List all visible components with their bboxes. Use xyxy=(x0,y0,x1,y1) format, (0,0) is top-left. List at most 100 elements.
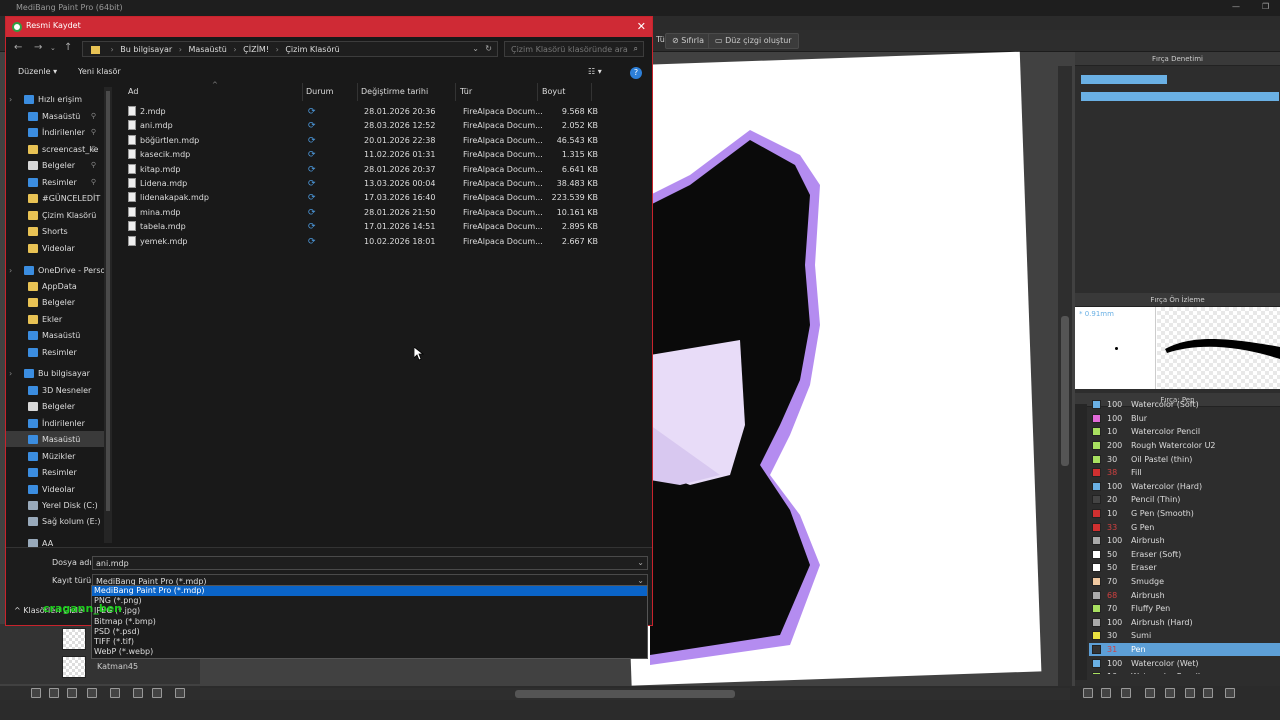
forward-arrow-icon[interactable]: → xyxy=(34,42,42,53)
copy-brush-icon[interactable] xyxy=(1165,688,1175,698)
canvas-vertical-scrollbar[interactable] xyxy=(1058,66,1072,686)
column-divider[interactable] xyxy=(357,83,358,101)
brush-item[interactable]: 30 Sumi xyxy=(1089,629,1280,643)
brush-item[interactable]: 100 Blur xyxy=(1089,412,1280,426)
nav-item[interactable]: › Hızlı erişim xyxy=(6,91,104,107)
trash-icon[interactable] xyxy=(1225,688,1235,698)
file-row[interactable]: lidenakapak.mdp 17.03.2026 16:40 FireAlpac… xyxy=(128,191,608,205)
filetype-option[interactable]: PNG (*.png) xyxy=(92,596,647,606)
breadcrumb-item[interactable]: ÇİZİM! xyxy=(243,45,269,54)
add-layer-menu-icon[interactable] xyxy=(87,688,97,698)
column-divider[interactable] xyxy=(591,83,592,101)
add-brush-icon[interactable] xyxy=(1083,688,1093,698)
restore-icon[interactable]: ❐ xyxy=(1262,2,1269,11)
nav-item[interactable]: Masaüstü xyxy=(6,327,104,343)
brush-menu-icon[interactable] xyxy=(1121,688,1131,698)
filetype-option[interactable]: PSD (*.psd) xyxy=(92,627,647,637)
filetype-option[interactable]: TIFF (*.tif) xyxy=(92,637,647,647)
brush-list-scrollbar[interactable] xyxy=(1075,404,1087,680)
chevron-down-icon[interactable]: ⌄ xyxy=(637,558,644,567)
reset-button[interactable]: ⊘ Sıfırla xyxy=(665,33,712,49)
nav-pane-scrollbar[interactable] xyxy=(104,87,112,543)
column-divider[interactable] xyxy=(302,83,303,101)
nav-item[interactable]: Resimler xyxy=(6,464,104,480)
nav-item[interactable]: Masaüstü ⚲ xyxy=(6,108,104,124)
trash-icon[interactable] xyxy=(175,688,185,698)
column-header-modified[interactable]: Değiştirme tarihi xyxy=(361,87,428,96)
nav-item[interactable]: › Bu bilgisayar xyxy=(6,365,104,381)
filetype-option[interactable]: WebP (*.webp) xyxy=(92,647,647,657)
nav-item[interactable]: screencast_ke ⚲ xyxy=(6,141,104,157)
layer-thumbnail[interactable] xyxy=(62,628,86,650)
duplicate-layer-icon[interactable] xyxy=(133,688,143,698)
brush-item[interactable]: 70 Fluffy Pen xyxy=(1089,602,1280,616)
new-folder-button[interactable]: Yeni klasör xyxy=(78,67,121,76)
nav-item[interactable]: Müzikler xyxy=(6,448,104,464)
scroll-thumb[interactable] xyxy=(106,91,110,511)
new-layer-1bit-icon[interactable] xyxy=(67,688,77,698)
pin-icon[interactable]: ⚲ xyxy=(91,128,96,136)
nav-item[interactable]: Resimler xyxy=(6,344,104,360)
nav-item[interactable]: Videolar xyxy=(6,481,104,497)
nav-item[interactable]: Resimler ⚲ xyxy=(6,174,104,190)
file-row[interactable]: 2.mdp 28.01.2026 20:36 FireAlpaca Docum...… xyxy=(128,105,608,119)
breadcrumb-item[interactable]: Çizim Klasörü xyxy=(285,45,339,54)
nav-item[interactable]: › OneDrive - Persor xyxy=(6,262,104,278)
nav-item[interactable]: Masaüstü xyxy=(6,431,104,447)
pin-icon[interactable]: ⚲ xyxy=(91,161,96,169)
brush-item[interactable]: 31 Pen xyxy=(1089,642,1280,657)
column-divider[interactable] xyxy=(537,83,538,101)
straight-line-button[interactable]: ▭ Düz çizgi oluştur xyxy=(708,33,799,49)
file-row[interactable]: yemek.mdp 10.02.2026 18:01 FireAlpaca Docu… xyxy=(128,235,608,249)
minimize-icon[interactable]: — xyxy=(1232,2,1240,11)
nav-item[interactable]: Belgeler ⚲ xyxy=(6,157,104,173)
column-header-size[interactable]: Boyut xyxy=(542,87,565,96)
brush-settings-icon[interactable] xyxy=(1101,688,1111,698)
nav-item[interactable]: Belgeler xyxy=(6,294,104,310)
new-layer-8bit-icon[interactable] xyxy=(49,688,59,698)
nav-item[interactable]: Sağ kolum (E:) xyxy=(6,513,104,529)
up-arrow-icon[interactable]: ↑ xyxy=(64,42,72,53)
file-row[interactable]: kitap.mdp 28.01.2026 20:37 FireAlpaca Docu… xyxy=(128,163,608,177)
folder-icon[interactable] xyxy=(1145,688,1155,698)
brush-item[interactable]: 100 Watercolor (Wet) xyxy=(1089,656,1280,670)
brush-item[interactable]: 10 Watercolor Pencil xyxy=(1089,425,1280,439)
file-row[interactable]: tabela.mdp 17.01.2026 14:51 FireAlpaca Doc… xyxy=(128,220,608,234)
canvas-horizontal-scrollbar[interactable] xyxy=(200,688,1070,700)
brush-item[interactable]: 33 G Pen xyxy=(1089,520,1280,534)
pin-icon[interactable]: ⚲ xyxy=(91,178,96,186)
brush-size-slider[interactable] xyxy=(1081,75,1167,84)
address-bar[interactable]: › Bu bilgisayar › Masaüstü › ÇİZİM! › Çi… xyxy=(82,41,498,57)
nav-item[interactable]: Shorts xyxy=(6,223,104,239)
brush-item[interactable]: 100 Airbrush (Hard) xyxy=(1089,616,1280,630)
nav-item[interactable]: Çizim Klasörü xyxy=(6,207,104,223)
new-layer-icon[interactable] xyxy=(31,688,41,698)
brush-item[interactable]: 50 Eraser xyxy=(1089,561,1280,575)
brush-item[interactable]: 100 Watercolor (Soft) xyxy=(1089,398,1280,412)
back-arrow-icon[interactable]: ← xyxy=(14,42,22,53)
import-brush-icon[interactable] xyxy=(1203,688,1213,698)
nav-item[interactable]: Ekler xyxy=(6,311,104,327)
breadcrumb-item[interactable]: Masaüstü xyxy=(189,45,227,54)
nav-item[interactable]: 3D Nesneler xyxy=(6,382,104,398)
nav-item[interactable]: #GÜNCELEDİT xyxy=(6,190,104,206)
scroll-thumb[interactable] xyxy=(515,690,735,698)
brush-item[interactable]: 10 G Pen (Smooth) xyxy=(1089,507,1280,521)
chevron-down-icon[interactable]: ⌄ xyxy=(637,576,644,585)
filename-input[interactable]: ani.mdp ⌄ xyxy=(92,556,648,570)
nav-item[interactable]: Belgeler xyxy=(6,398,104,414)
nav-item[interactable]: Yerel Disk (C:) xyxy=(6,497,104,513)
file-row[interactable]: Lidena.mdp 13.03.2026 00:04 FireAlpaca Doc… xyxy=(128,177,608,191)
paste-brush-icon[interactable] xyxy=(1185,688,1195,698)
chevron-right-icon[interactable]: › xyxy=(9,95,12,104)
layer-thumbnail[interactable] xyxy=(62,656,86,678)
brush-item[interactable]: 68 Airbrush xyxy=(1089,588,1280,602)
nav-item[interactable]: İndirilenler ⚲ xyxy=(6,124,104,140)
chevron-down-icon[interactable]: ⌄ xyxy=(50,44,56,52)
nav-item[interactable]: AppData xyxy=(6,278,104,294)
close-icon[interactable]: ✕ xyxy=(637,20,646,33)
pin-icon[interactable]: ⚲ xyxy=(91,145,96,153)
brush-item[interactable]: 100 Airbrush xyxy=(1089,534,1280,548)
merge-layer-icon[interactable] xyxy=(152,688,162,698)
column-divider[interactable] xyxy=(455,83,456,101)
